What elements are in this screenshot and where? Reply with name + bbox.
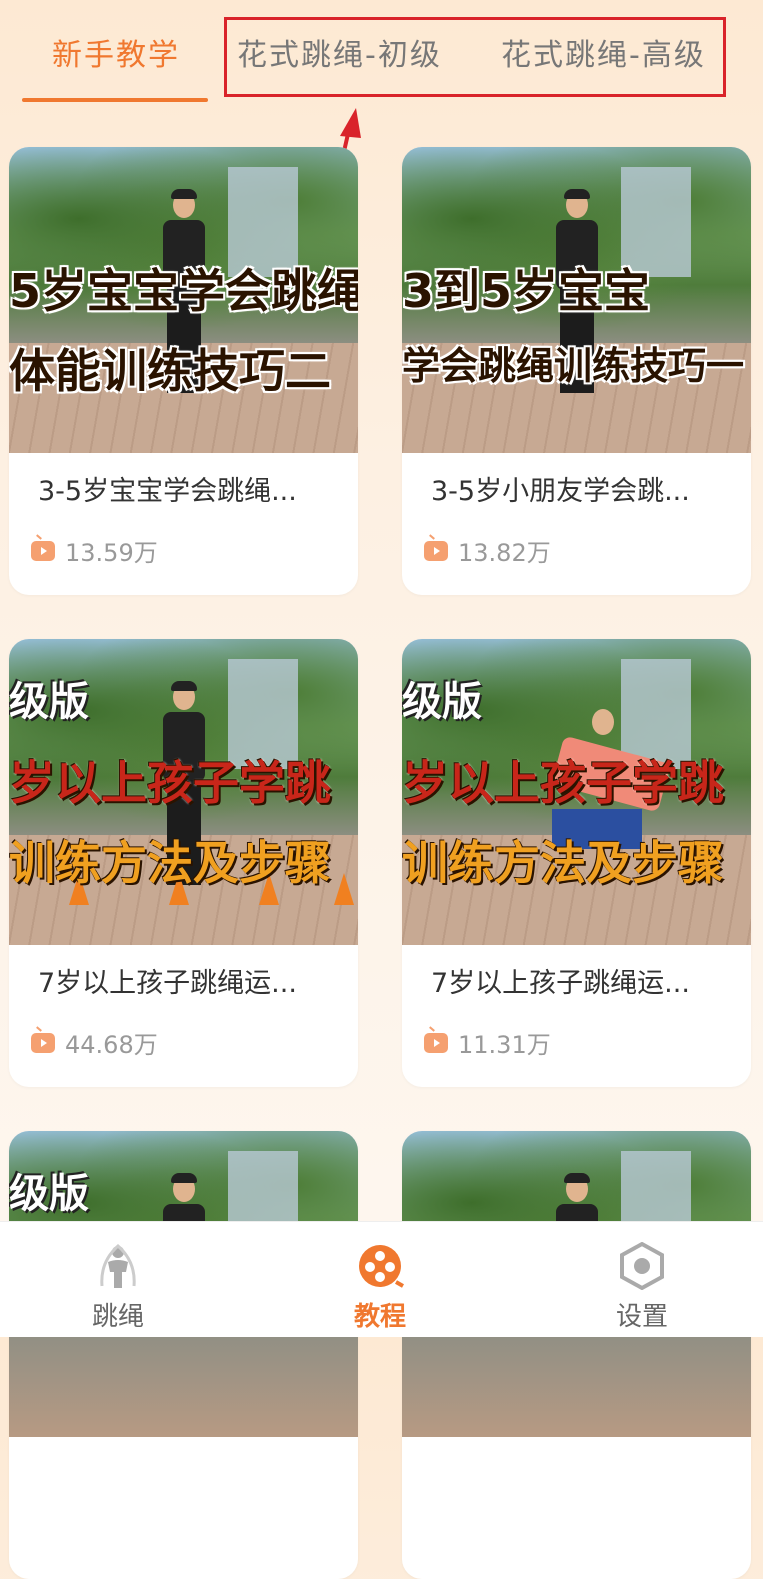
view-count: 13.82万 — [424, 533, 551, 568]
video-title: 7岁以上孩子跳绳运... — [38, 968, 297, 999]
video-title: 3-5岁宝宝学会跳绳... — [38, 476, 297, 507]
tv-icon — [31, 1032, 55, 1053]
tv-icon — [424, 1032, 448, 1053]
tab-beginner[interactable]: 新手教学 — [52, 30, 180, 74]
view-count-value: 11.31万 — [458, 1031, 551, 1059]
video-card[interactable] — [402, 1131, 751, 1579]
tab-bar: 新手教学 花式跳绳-初级 花式跳绳-高级 — [0, 0, 763, 110]
thumbnail-caption-line: 5岁宝宝学会跳绳 — [9, 264, 358, 318]
video-card[interactable]: 3到5岁宝宝 学会跳绳训练技巧一 3-5岁小朋友学会跳... 13.82万 — [402, 147, 751, 595]
thumbnail-caption-line: 岁以上孩子学跳 — [9, 756, 331, 810]
video-card[interactable]: 级版 — [9, 1131, 358, 1579]
video-card[interactable]: 级版 岁以上孩子学跳 训练方法及步骤 7岁以上孩子跳绳运... 11.31万 — [402, 639, 751, 1087]
video-thumbnail: 5岁宝宝学会跳绳 体能训练技巧二 — [9, 147, 358, 453]
view-count-value: 13.59万 — [65, 539, 158, 567]
bottom-nav: 跳绳 教程 设置 — [0, 1221, 763, 1337]
thumbnail-caption-line: 学会跳绳训练技巧一 — [402, 344, 745, 388]
thumbnail-tag: 级版 — [9, 679, 89, 725]
video-card[interactable]: 级版 岁以上孩子学跳 训练方法及步骤 7岁以上孩子跳绳运... 44.68万 — [9, 639, 358, 1087]
view-count-value: 44.68万 — [65, 1031, 158, 1059]
tv-icon — [31, 540, 55, 561]
nav-label: 教程 — [353, 1302, 406, 1332]
nav-label: 设置 — [615, 1302, 668, 1332]
nav-tutorial[interactable]: 教程 — [300, 1222, 460, 1337]
hex-gear-icon — [620, 1242, 664, 1290]
video-card[interactable]: 5岁宝宝学会跳绳 体能训练技巧二 3-5岁宝宝学会跳绳... 13.59万 — [9, 147, 358, 595]
thumbnail-tag: 级版 — [9, 1171, 89, 1217]
thumbnail-caption-line: 训练方法及步骤 — [402, 836, 724, 890]
view-count-value: 13.82万 — [458, 539, 551, 567]
nav-label: 跳绳 — [91, 1302, 144, 1332]
jump-rope-person-icon — [100, 1243, 136, 1288]
tv-icon — [424, 540, 448, 561]
thumbnail-caption-line: 岁以上孩子学跳 — [402, 756, 724, 810]
annotation-highlight-box — [224, 17, 726, 97]
video-thumbnail: 级版 岁以上孩子学跳 训练方法及步骤 — [9, 639, 358, 945]
thumbnail-caption-line: 训练方法及步骤 — [9, 836, 331, 890]
view-count: 44.68万 — [31, 1025, 158, 1060]
view-count: 13.59万 — [31, 533, 158, 568]
view-count: 11.31万 — [424, 1025, 551, 1060]
nav-jump-rope[interactable]: 跳绳 — [38, 1222, 198, 1337]
thumbnail-tag: 级版 — [402, 679, 482, 725]
thumbnail-caption-line: 体能训练技巧二 — [9, 344, 331, 398]
video-thumbnail: 级版 岁以上孩子学跳 训练方法及步骤 — [402, 639, 751, 945]
video-thumbnail: 3到5岁宝宝 学会跳绳训练技巧一 — [402, 147, 751, 453]
thumbnail-caption-line: 3到5岁宝宝 — [402, 264, 651, 318]
video-title: 7岁以上孩子跳绳运... — [431, 968, 690, 999]
film-reel-icon — [359, 1245, 404, 1288]
nav-settings[interactable]: 设置 — [562, 1222, 722, 1337]
active-tab-indicator — [22, 98, 208, 102]
video-title: 3-5岁小朋友学会跳... — [431, 476, 690, 507]
